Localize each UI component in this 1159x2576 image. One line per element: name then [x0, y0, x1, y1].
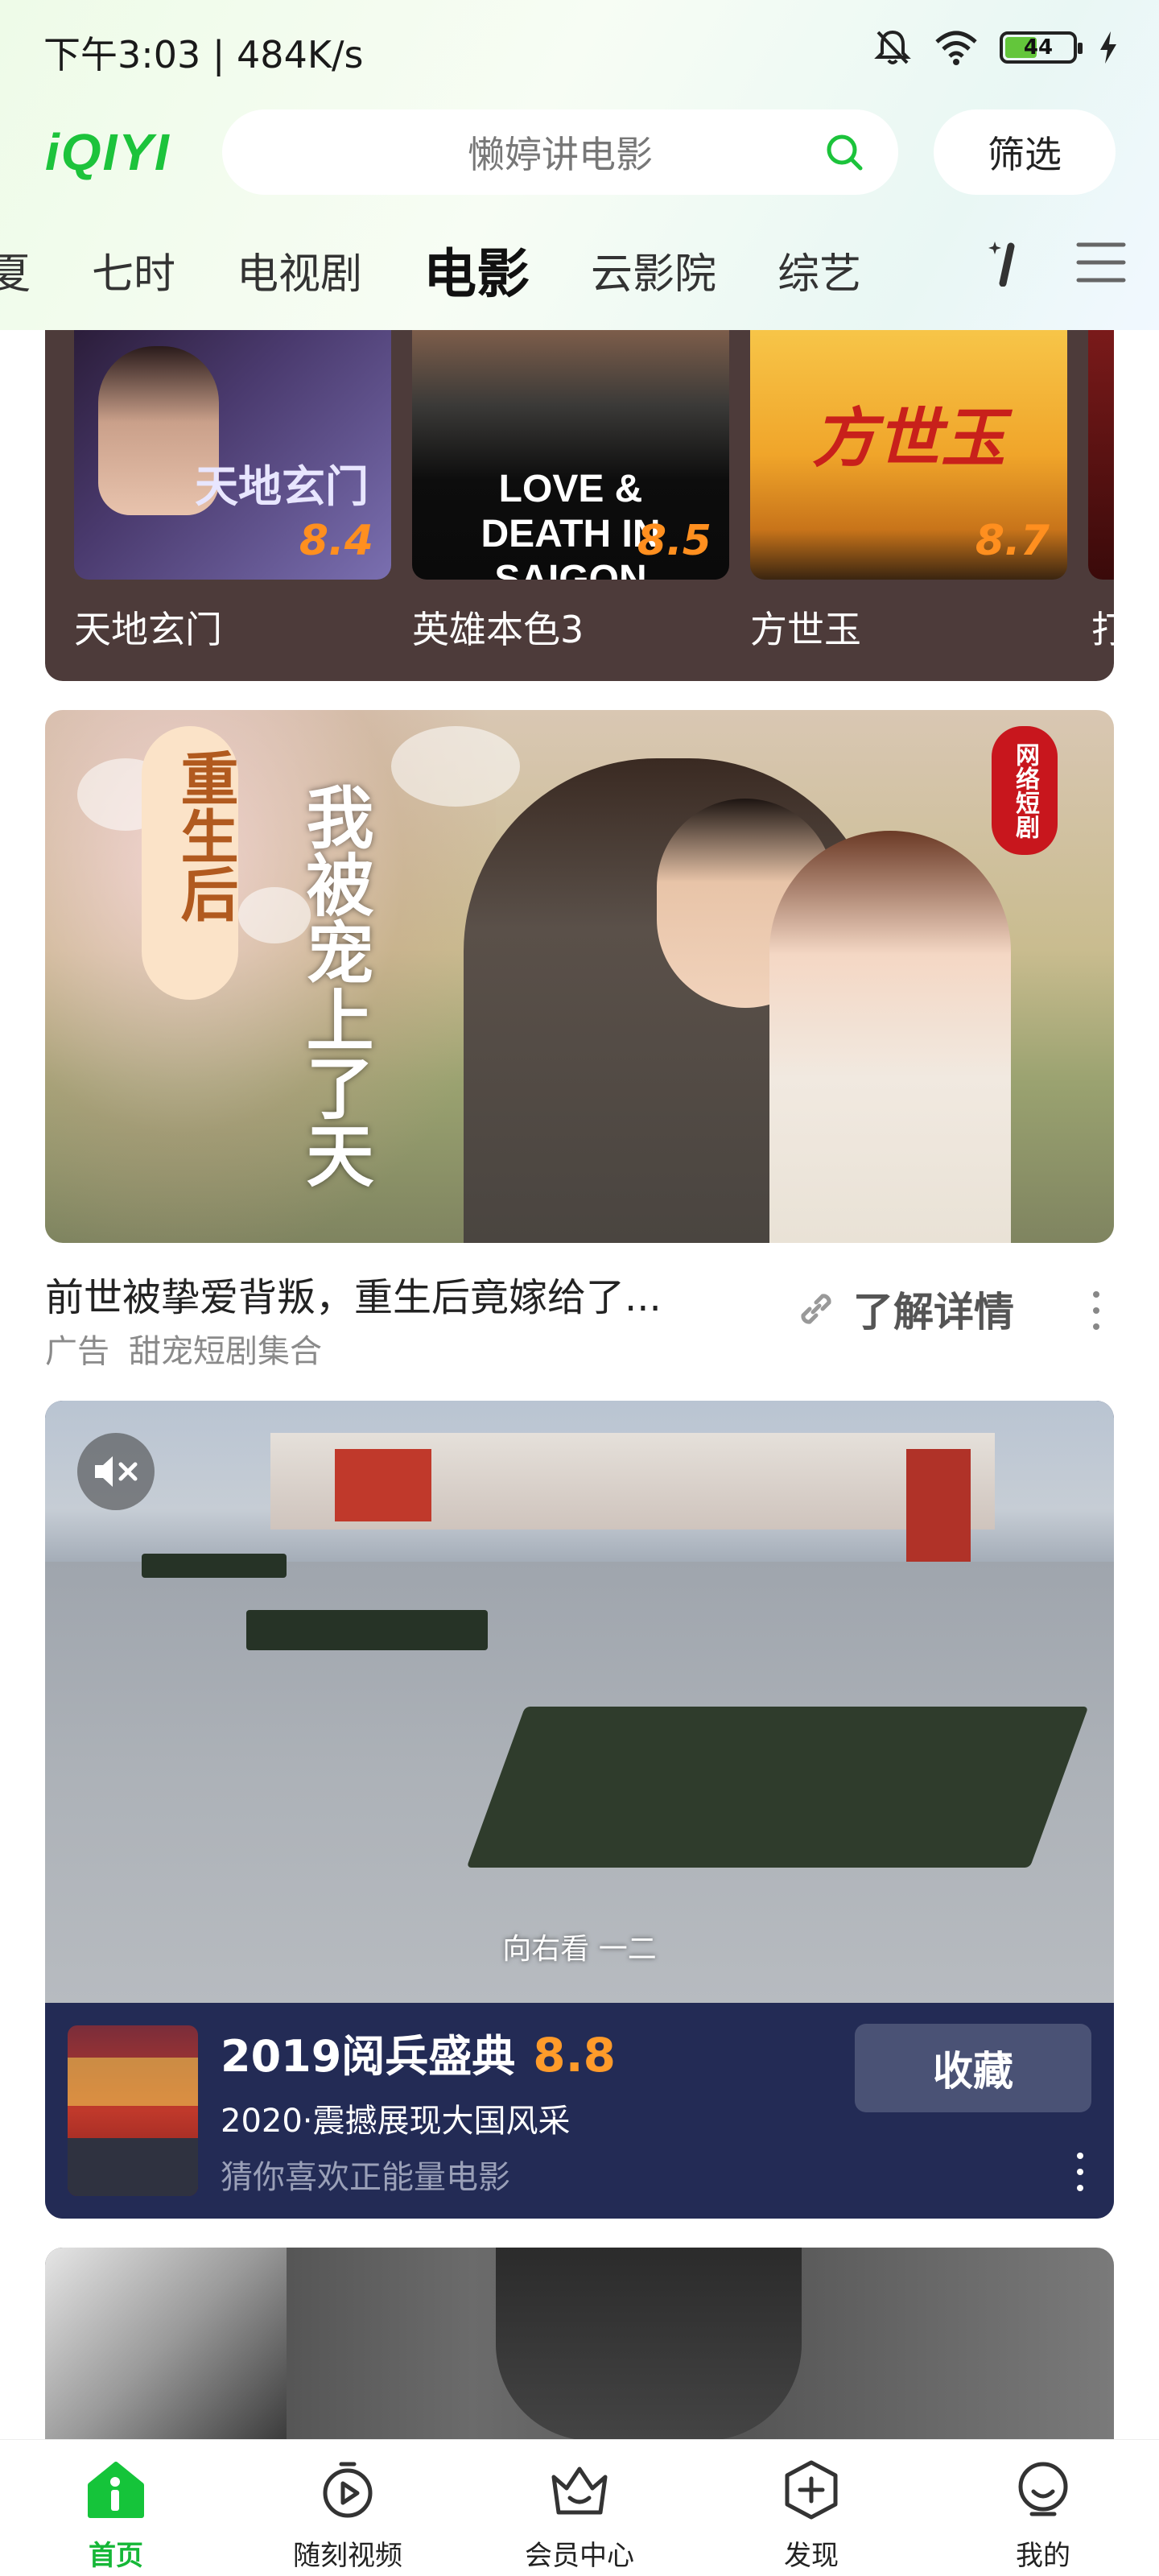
- vip-crown-icon: [551, 2467, 608, 2515]
- video-recommend-reason: 猜你喜欢正能量电影: [221, 2159, 510, 2196]
- ad-more-icon[interactable]: [1091, 1291, 1101, 1330]
- video-more-icon[interactable]: [1075, 2153, 1085, 2191]
- nav-label: 首页: [89, 2540, 143, 2572]
- movie-poster[interactable]: [1088, 330, 1114, 580]
- next-feed-card[interactable]: [45, 2248, 1114, 2441]
- video-subtitle: 向右看 一二: [502, 1933, 657, 1966]
- video-card[interactable]: 向右看 一二 2019阅兵盛典 8.8 2020·震撼展现大国风采 猜你喜欢正能…: [45, 1401, 1114, 2219]
- mute-button[interactable]: [77, 1433, 155, 1510]
- learn-more-button[interactable]: 了解详情: [794, 1280, 1014, 1338]
- nav-label: 我的: [1016, 2540, 1070, 2572]
- favorite-button[interactable]: 收藏: [855, 2024, 1091, 2112]
- tab-cloud-cinema[interactable]: 云影院: [591, 240, 716, 300]
- status-icons: 44: [872, 27, 1119, 68]
- movie-shelf: 天地玄门 8.4 天地玄门 LOVE & DEATH IN SAIGON 8.5…: [45, 330, 1114, 681]
- video-description: 2020·震撼展现大国风采: [221, 2103, 571, 2140]
- status-bar: 下午3:03 | 484K/s 44: [0, 0, 1159, 97]
- nav-discover[interactable]: 发现: [695, 2440, 927, 2576]
- nav-home[interactable]: 首页: [0, 2440, 232, 2576]
- movie-title[interactable]: 打: [1091, 601, 1114, 654]
- short-drama-badge: 网络短剧: [992, 726, 1058, 855]
- tab-tv-series[interactable]: 电视剧: [237, 240, 362, 300]
- ad-image-text-right: 我被宠上了天: [295, 782, 374, 1188]
- search-icon[interactable]: [824, 132, 864, 172]
- movie-score: 8.5: [637, 517, 711, 565]
- iqiyi-logo[interactable]: iQIYI: [45, 122, 171, 182]
- play-clock-icon: [323, 2462, 373, 2518]
- movie-title[interactable]: 英雄本色3: [412, 601, 584, 654]
- ad-source: 甜宠短剧集合: [129, 1333, 322, 1370]
- video-score: 8.8: [533, 2028, 617, 2083]
- wifi-icon: [935, 31, 977, 65]
- ad-subline: 广告 甜宠短剧集合: [45, 1325, 322, 1372]
- tab-tools: [987, 238, 1127, 287]
- nav-profile[interactable]: 我的: [927, 2440, 1159, 2576]
- link-icon: [801, 1294, 831, 1324]
- video-player[interactable]: 向右看 一二: [45, 1401, 1114, 2003]
- troop-formation: [466, 1707, 1089, 1868]
- ad-image-text-left: 重生后: [171, 749, 238, 923]
- profile-icon: [1018, 2462, 1068, 2516]
- nav-label: 发现: [784, 2540, 839, 2572]
- mute-bell-icon: [874, 30, 911, 64]
- tab-variety[interactable]: 综艺: [777, 240, 861, 300]
- movie-title[interactable]: 天地玄门: [74, 601, 222, 654]
- edit-channels-icon[interactable]: [987, 238, 1027, 287]
- movie-poster[interactable]: 方世玉 8.7: [750, 330, 1067, 580]
- tab-movies[interactable]: 电影: [423, 233, 530, 306]
- video-title[interactable]: 2019阅兵盛典: [221, 2021, 515, 2084]
- banner-70: [335, 1449, 431, 1521]
- status-time-speed: 下午3:03 | 484K/s: [43, 33, 364, 76]
- search-input[interactable]: 懒婷讲电影: [222, 109, 898, 195]
- poster-text: 方世玉: [812, 401, 1005, 476]
- ad-tag: 广告: [45, 1333, 109, 1370]
- tab-xia[interactable]: 夏: [0, 240, 31, 300]
- tab-qishi[interactable]: 七时: [92, 240, 175, 300]
- poster-text: 天地玄门: [195, 461, 369, 512]
- nav-label: 随刻视频: [293, 2540, 402, 2572]
- home-icon: [88, 2462, 144, 2518]
- charging-icon: [1100, 31, 1116, 64]
- menu-icon[interactable]: [1075, 240, 1127, 285]
- video-thumbnail[interactable]: [68, 2025, 198, 2196]
- filter-button[interactable]: 筛选: [934, 109, 1116, 195]
- movie-title[interactable]: 方世玉: [750, 601, 861, 654]
- search-placeholder: 懒婷讲电影: [468, 133, 653, 176]
- learn-more-label: 了解详情: [853, 1289, 1014, 1335]
- nav-suike-video[interactable]: 随刻视频: [232, 2440, 464, 2576]
- nav-label: 会员中心: [525, 2540, 634, 2572]
- video-title-row: 2019阅兵盛典 8.8: [221, 2021, 616, 2084]
- woman-figure: [769, 831, 1011, 1243]
- movie-score: 8.7: [975, 517, 1050, 565]
- battery-icon: 44: [1000, 31, 1083, 64]
- ad-title[interactable]: 前世被挚爱背叛，重生后竟嫁给了...: [45, 1265, 721, 1322]
- video-info-panel: 2019阅兵盛典 8.8 2020·震撼展现大国风采 猜你喜欢正能量电影 收藏: [45, 2003, 1114, 2219]
- broken-window: [45, 2248, 287, 2441]
- speaker-mute-icon: [95, 1456, 138, 1487]
- channel-tabs: 夏 七时 电视剧 电影 云影院 综艺: [0, 233, 942, 306]
- battery-level: 44: [1023, 35, 1054, 60]
- bottom-navigation: 首页 随刻视频 会员中心 发现 我的: [0, 2439, 1159, 2576]
- discover-plus-icon: [785, 2460, 838, 2520]
- ad-banner-image[interactable]: 重生后 我被宠上了天 网络短剧: [45, 710, 1114, 1243]
- movie-poster[interactable]: LOVE & DEATH IN SAIGON 8.5: [412, 330, 729, 580]
- movie-score: 8.4: [299, 517, 373, 565]
- nav-vip-center[interactable]: 会员中心: [464, 2440, 695, 2576]
- movie-poster[interactable]: 天地玄门 8.4: [74, 330, 391, 580]
